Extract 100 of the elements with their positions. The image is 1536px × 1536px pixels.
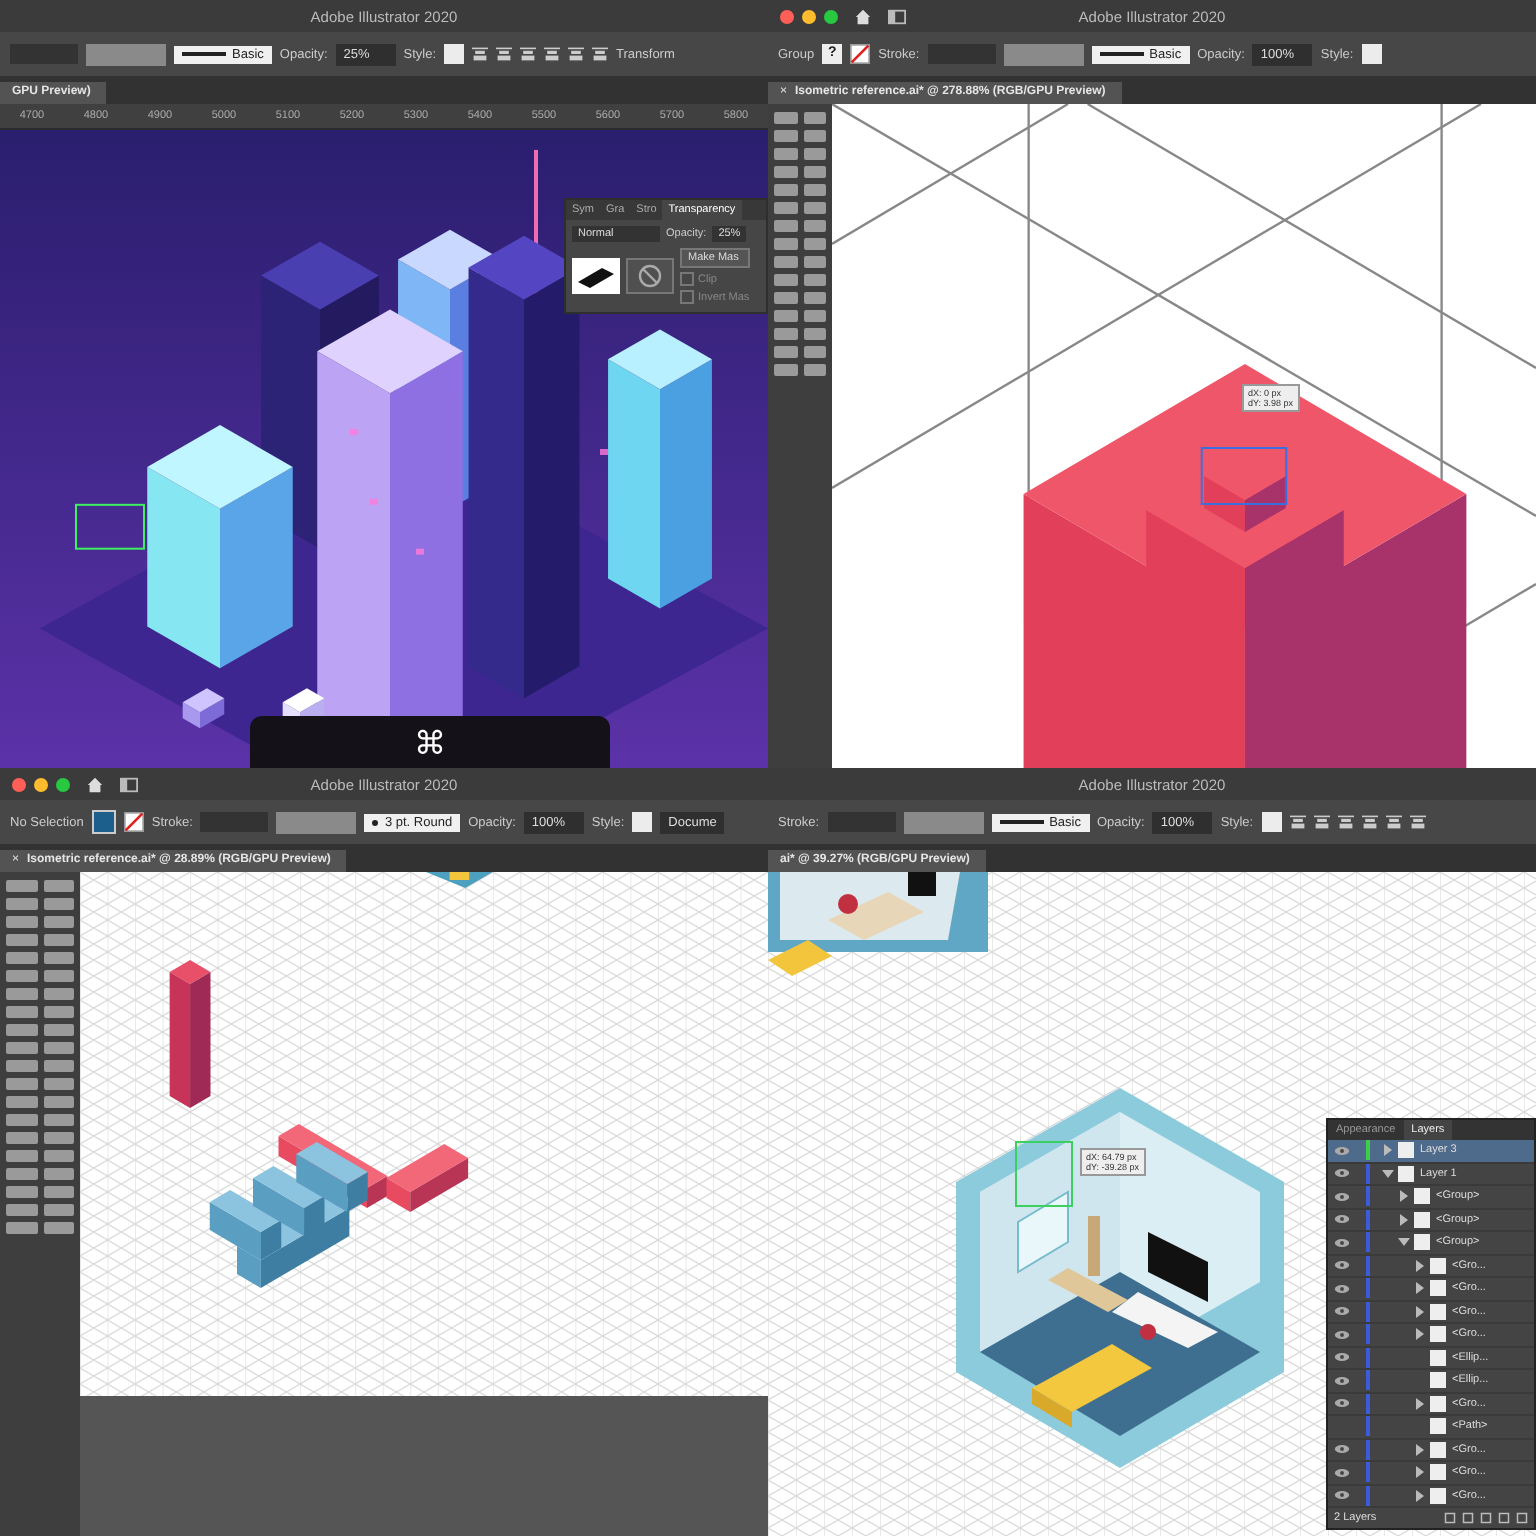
tool-icon[interactable] bbox=[43, 1060, 74, 1072]
variable-width-field[interactable] bbox=[86, 43, 166, 65]
mask-thumbnail[interactable] bbox=[572, 258, 620, 294]
workspace-icon[interactable] bbox=[120, 775, 138, 793]
tool-icon[interactable] bbox=[43, 1186, 74, 1198]
tool-icon[interactable] bbox=[43, 952, 74, 964]
tool-icon[interactable] bbox=[803, 220, 826, 232]
zoom-window-button[interactable] bbox=[56, 777, 70, 791]
align-icon[interactable] bbox=[1409, 814, 1426, 830]
visibility-eye-icon[interactable] bbox=[1334, 1168, 1350, 1179]
home-icon[interactable] bbox=[854, 7, 872, 25]
variable-width-field[interactable] bbox=[1003, 43, 1084, 65]
tool-icon[interactable] bbox=[803, 310, 826, 322]
visibility-eye-icon[interactable] bbox=[1334, 1283, 1350, 1294]
visibility-eye-icon[interactable] bbox=[1334, 1145, 1350, 1156]
align-icon[interactable] bbox=[568, 46, 585, 62]
align-icon[interactable] bbox=[1313, 814, 1330, 830]
disclosure-triangle-icon[interactable] bbox=[1414, 1328, 1426, 1341]
align-icon[interactable] bbox=[1385, 814, 1402, 830]
tool-icon[interactable] bbox=[803, 148, 826, 160]
tool-icon[interactable] bbox=[803, 346, 826, 358]
tool-icon[interactable] bbox=[43, 1042, 74, 1054]
align-icon[interactable] bbox=[496, 46, 513, 62]
no-stroke-swatch-icon[interactable] bbox=[123, 812, 144, 832]
tool-icon[interactable] bbox=[43, 1114, 74, 1126]
visibility-eye-icon[interactable] bbox=[1334, 1398, 1350, 1409]
tool-icon[interactable] bbox=[803, 184, 826, 196]
tool-icon[interactable] bbox=[43, 1150, 74, 1162]
tool-icon[interactable] bbox=[803, 130, 826, 142]
align-icon[interactable] bbox=[1361, 814, 1378, 830]
tool-icon[interactable] bbox=[803, 166, 826, 178]
tool-icon[interactable] bbox=[803, 238, 826, 250]
tool-icon[interactable] bbox=[43, 898, 74, 910]
zoom-window-button[interactable] bbox=[824, 9, 838, 23]
visibility-eye-icon[interactable] bbox=[1334, 1490, 1350, 1501]
tool-icon[interactable] bbox=[803, 274, 826, 286]
no-stroke-swatch-icon[interactable] bbox=[850, 44, 871, 64]
align-icon[interactable] bbox=[544, 46, 561, 62]
align-icon[interactable] bbox=[472, 46, 489, 62]
visibility-eye-icon[interactable] bbox=[1334, 1329, 1350, 1340]
visibility-eye-icon[interactable] bbox=[1334, 1444, 1350, 1455]
close-window-button[interactable] bbox=[12, 777, 26, 791]
tool-icon[interactable] bbox=[803, 256, 826, 268]
tool-icon[interactable] bbox=[803, 364, 826, 376]
minimize-window-button[interactable] bbox=[34, 777, 48, 791]
graphic-style-swatch[interactable] bbox=[1361, 44, 1382, 64]
partial-room-drawing bbox=[425, 872, 493, 888]
home-icon[interactable] bbox=[86, 775, 104, 793]
align-icon[interactable] bbox=[1289, 814, 1306, 830]
align-icon[interactable] bbox=[592, 46, 609, 62]
tool-icon[interactable] bbox=[43, 880, 74, 892]
command-key-symbol: ⌘ bbox=[414, 723, 446, 761]
disclosure-triangle-icon[interactable] bbox=[1414, 1489, 1426, 1502]
tool-icon[interactable] bbox=[43, 1024, 74, 1036]
disclosure-triangle-icon[interactable] bbox=[1382, 1144, 1394, 1157]
variable-width-field[interactable] bbox=[276, 811, 357, 833]
graphic-style-swatch[interactable] bbox=[632, 812, 653, 832]
graphic-style-swatch[interactable] bbox=[1261, 812, 1282, 832]
disclosure-triangle-icon[interactable] bbox=[1398, 1236, 1410, 1249]
disclosure-triangle-icon[interactable] bbox=[1414, 1282, 1426, 1295]
disclosure-triangle-icon[interactable] bbox=[1414, 1397, 1426, 1410]
tool-icon[interactable] bbox=[43, 1204, 74, 1216]
disclosure-triangle-icon[interactable] bbox=[1414, 1259, 1426, 1272]
visibility-eye-icon[interactable] bbox=[1334, 1191, 1350, 1202]
fill-swatch[interactable] bbox=[91, 810, 116, 834]
tool-icon[interactable] bbox=[43, 916, 74, 928]
disclosure-triangle-icon[interactable] bbox=[1382, 1167, 1394, 1180]
tool-icon[interactable] bbox=[803, 328, 826, 340]
disclosure-triangle-icon[interactable] bbox=[1414, 1305, 1426, 1318]
visibility-eye-icon[interactable] bbox=[1334, 1214, 1350, 1225]
visibility-eye-icon[interactable] bbox=[1334, 1375, 1350, 1386]
visibility-eye-icon[interactable] bbox=[1334, 1352, 1350, 1363]
visibility-eye-icon[interactable] bbox=[1334, 1467, 1350, 1478]
graphic-style-swatch[interactable] bbox=[444, 44, 465, 64]
tool-icon[interactable] bbox=[803, 292, 826, 304]
visibility-eye-icon[interactable] bbox=[1334, 1237, 1350, 1248]
variable-width-field[interactable] bbox=[903, 811, 984, 833]
tool-icon[interactable] bbox=[43, 1132, 74, 1144]
disclosure-triangle-icon[interactable] bbox=[1414, 1443, 1426, 1456]
tool-icon[interactable] bbox=[43, 970, 74, 982]
tool-icon[interactable] bbox=[43, 1168, 74, 1180]
tool-icon[interactable] bbox=[43, 934, 74, 946]
tool-icon[interactable] bbox=[43, 1078, 74, 1090]
tool-icon[interactable] bbox=[803, 112, 826, 124]
tool-icon[interactable] bbox=[803, 202, 826, 214]
align-icon[interactable] bbox=[520, 46, 537, 62]
close-window-button[interactable] bbox=[780, 9, 794, 23]
align-icon[interactable] bbox=[1337, 814, 1354, 830]
minimize-window-button[interactable] bbox=[802, 9, 816, 23]
tool-icon[interactable] bbox=[43, 1096, 74, 1108]
disclosure-triangle-icon[interactable] bbox=[1414, 1466, 1426, 1479]
workspace-icon[interactable] bbox=[888, 7, 906, 25]
tool-icon[interactable] bbox=[43, 988, 74, 1000]
tool-icon[interactable] bbox=[43, 1222, 74, 1234]
no-mask-icon bbox=[626, 258, 674, 294]
disclosure-triangle-icon[interactable] bbox=[1398, 1190, 1410, 1203]
visibility-eye-icon[interactable] bbox=[1334, 1306, 1350, 1317]
visibility-eye-icon[interactable] bbox=[1334, 1260, 1350, 1271]
tool-icon[interactable] bbox=[43, 1006, 74, 1018]
disclosure-triangle-icon[interactable] bbox=[1398, 1213, 1410, 1226]
